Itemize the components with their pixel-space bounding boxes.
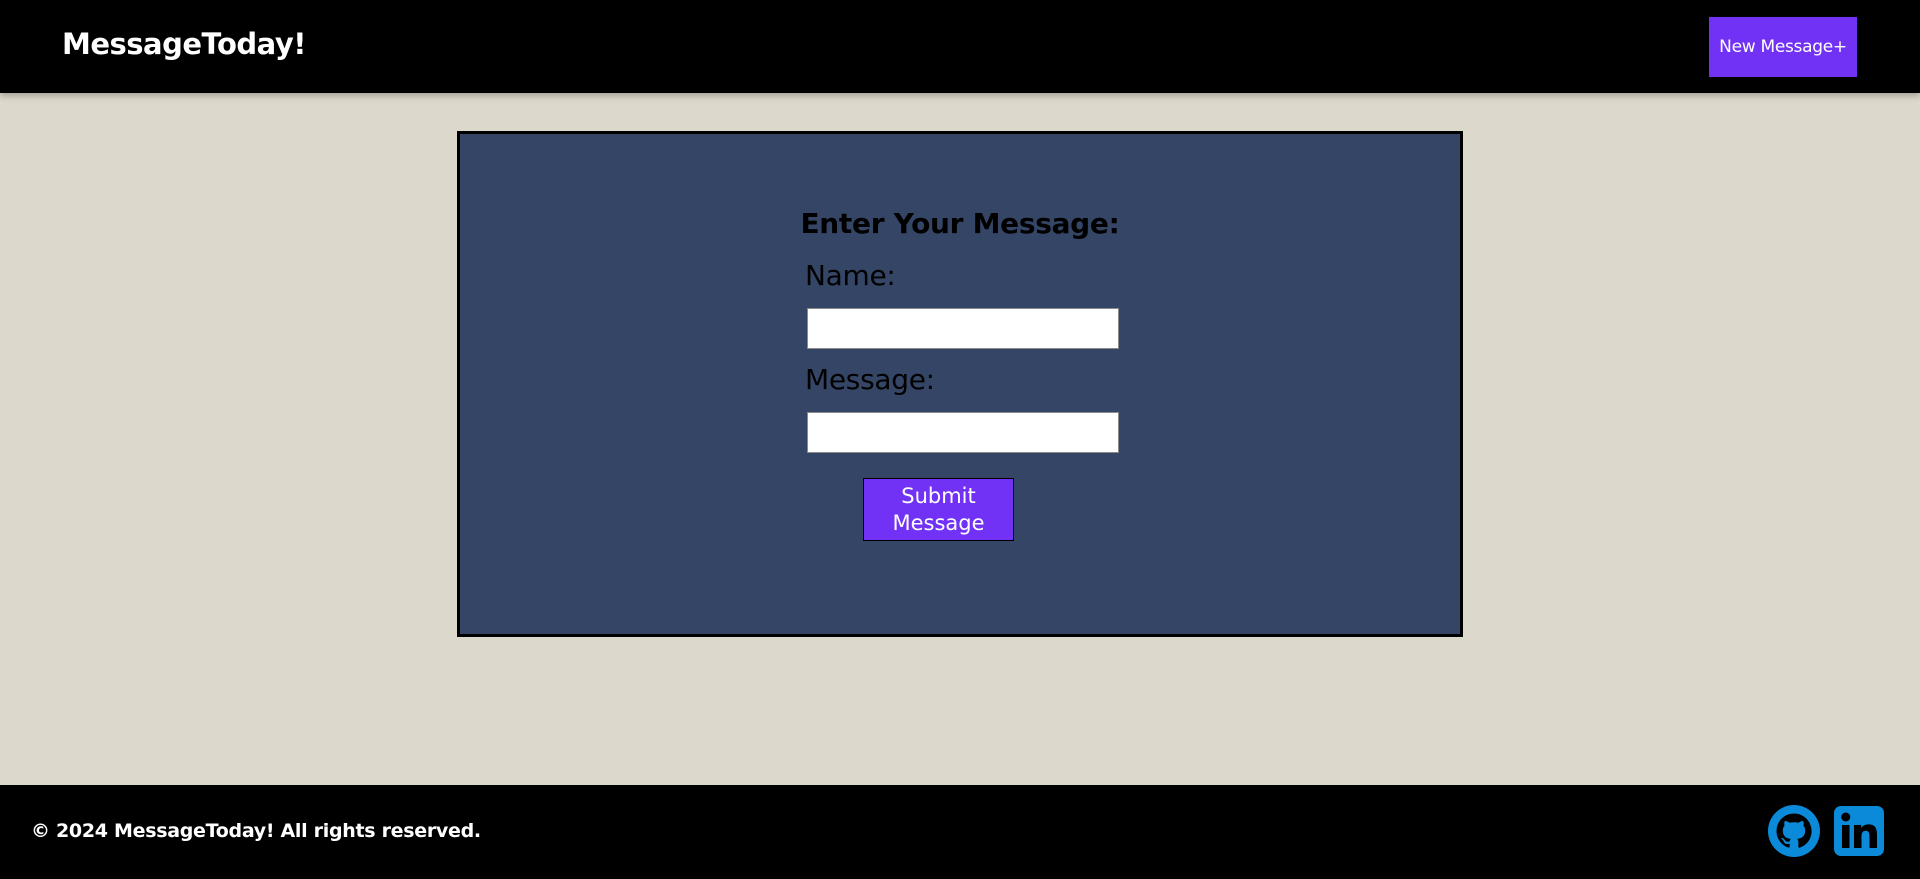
name-input[interactable] <box>807 308 1119 349</box>
message-form-panel: Enter Your Message: Name: Message: Submi… <box>457 131 1463 637</box>
site-logo[interactable]: MessageToday! <box>62 27 306 61</box>
linkedin-icon[interactable] <box>1833 805 1885 857</box>
site-header: MessageToday! New Message+ <box>0 0 1920 93</box>
form-title: Enter Your Message: <box>800 207 1120 240</box>
github-icon[interactable] <box>1768 805 1820 857</box>
name-label: Name: <box>805 259 896 292</box>
copyright-text: © 2024 MessageToday! All rights reserved… <box>31 820 481 842</box>
site-footer: © 2024 MessageToday! All rights reserved… <box>0 785 1920 879</box>
submit-message-button[interactable]: Submit Message <box>863 478 1014 541</box>
new-message-button[interactable]: New Message+ <box>1709 17 1857 77</box>
message-label: Message: <box>805 363 935 396</box>
message-input[interactable] <box>807 412 1119 453</box>
